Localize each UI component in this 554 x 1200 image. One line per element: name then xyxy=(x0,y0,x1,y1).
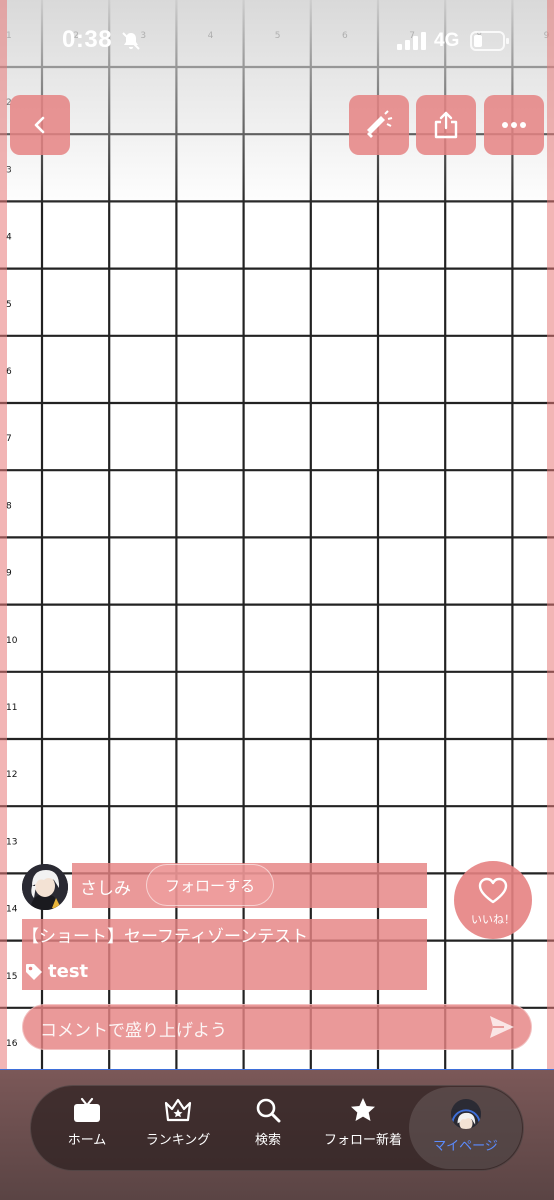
comment-input[interactable]: コメントで盛り上げよう xyxy=(40,1016,227,1041)
bell-muted-icon xyxy=(122,32,140,50)
share-icon xyxy=(434,111,458,139)
promote-button[interactable] xyxy=(349,95,409,155)
heart-icon xyxy=(478,877,508,904)
tab-mypage-label: マイページ xyxy=(433,1139,498,1154)
back-button[interactable] xyxy=(10,95,70,155)
tab-search-label: 検索 xyxy=(254,1133,281,1148)
tv-icon xyxy=(74,1097,100,1122)
safe-zone-edge-left xyxy=(0,0,7,1075)
tab-following[interactable]: フォロー新着 xyxy=(318,1087,408,1169)
like-label: いいね！ xyxy=(471,913,515,926)
like-button[interactable]: いいね！ xyxy=(454,861,532,939)
tag-icon xyxy=(26,964,42,980)
tab-search[interactable]: 検索 xyxy=(228,1087,308,1169)
signal-icon xyxy=(397,32,426,50)
safe-zone-edge-right xyxy=(547,0,554,1075)
video-title: 【ショート】セーフティゾーンテスト xyxy=(22,927,309,947)
send-icon[interactable] xyxy=(488,1014,516,1040)
grid-row-label: 15 xyxy=(6,972,17,982)
tag-link[interactable]: test xyxy=(48,961,88,982)
avatar-icon xyxy=(450,1099,481,1129)
more-icon xyxy=(502,122,526,128)
network-type: 4G xyxy=(434,30,460,51)
more-button[interactable] xyxy=(484,95,544,155)
grid-row-label: 13 xyxy=(6,837,17,847)
share-button[interactable] xyxy=(416,95,476,155)
back-icon xyxy=(34,116,45,134)
avatar-image xyxy=(22,864,68,910)
video-screen: 1234567891011121314151623456789 0:38 4G xyxy=(0,0,554,1200)
grid-row-label: 16 xyxy=(6,1039,18,1049)
battery-icon xyxy=(470,31,509,51)
follow-button[interactable]: フォローする xyxy=(146,864,274,906)
tab-home[interactable]: ホーム xyxy=(47,1087,127,1169)
tab-ranking-label: ランキング xyxy=(145,1133,211,1148)
crown-icon xyxy=(164,1098,192,1122)
tab-ranking[interactable]: ランキング xyxy=(136,1087,220,1169)
tab-home-label: ホーム xyxy=(67,1133,107,1148)
status-bar: 0:38 4G xyxy=(0,0,554,80)
grid-row-label: 12 xyxy=(6,770,17,780)
user-name[interactable]: さしみ xyxy=(80,874,131,899)
search-icon xyxy=(256,1098,281,1123)
grid-row-label: 11 xyxy=(6,703,17,713)
tab-mypage[interactable]: マイページ xyxy=(409,1087,522,1169)
tab-following-label: フォロー新着 xyxy=(323,1133,402,1148)
avatar[interactable] xyxy=(22,864,68,910)
grid-row-label: 14 xyxy=(6,905,18,915)
status-time: 0:38 xyxy=(62,26,113,53)
grid-row-label: 10 xyxy=(6,636,18,646)
megaphone-icon xyxy=(367,110,393,138)
star-icon xyxy=(351,1098,375,1121)
